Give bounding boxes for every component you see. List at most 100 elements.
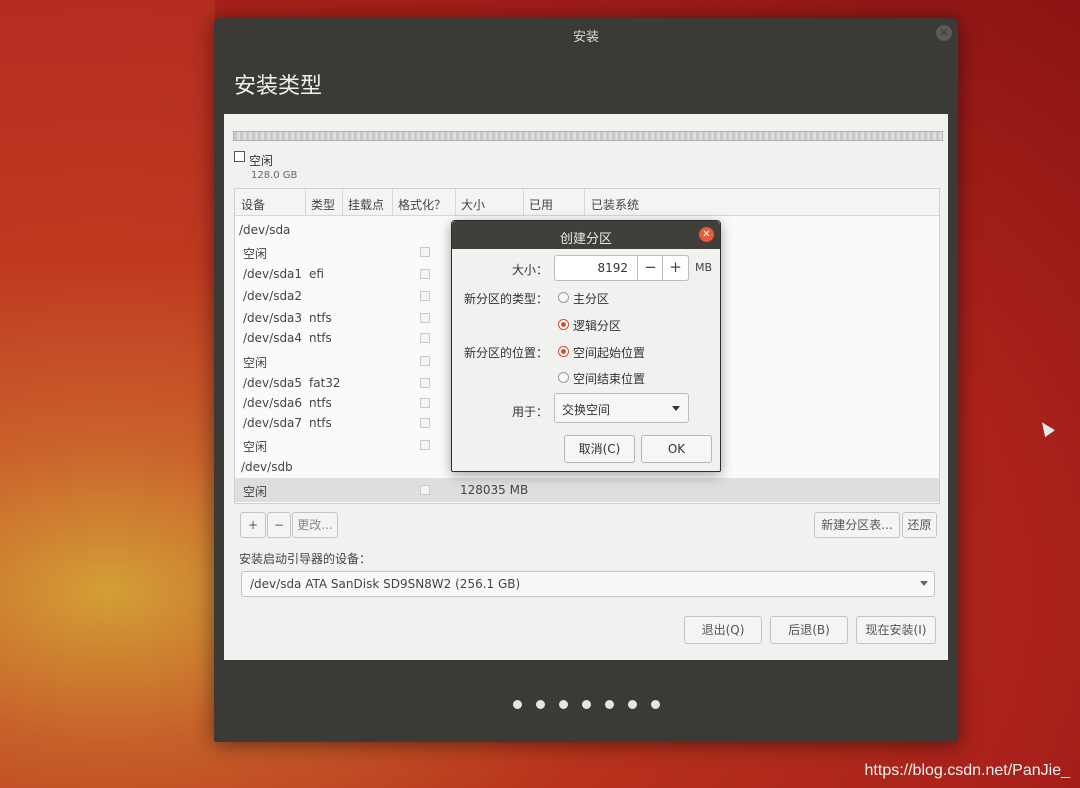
change-partition-button[interactable]: 更改... [292,512,338,538]
primary-partition-radio[interactable] [558,292,569,303]
dialog-titlebar[interactable]: 创建分区 ✕ [452,221,720,249]
format-checkbox[interactable] [420,356,430,366]
back-button[interactable]: 后退(B) [770,616,848,644]
dialog-title: 创建分区 [559,232,612,247]
bootloader-device-value: /dev/sda ATA SanDisk SD9SN8W2 (256.1 GB) [250,577,521,591]
quit-button[interactable]: 退出(Q) [684,616,762,644]
progress-dot [581,700,591,709]
logical-partition-label[interactable]: 逻辑分区 [573,317,621,334]
bootloader-device-select[interactable]: /dev/sda ATA SanDisk SD9SN8W2 (256.1 GB) [241,571,935,597]
format-checkbox[interactable] [420,440,430,450]
format-checkbox[interactable] [420,269,430,279]
column-divider [342,189,343,215]
ok-button[interactable]: OK [641,435,712,463]
location-begin-radio[interactable] [558,346,569,357]
column-header-mount[interactable]: 挂载点 [348,196,384,213]
row-device: /dev/sdb [241,460,293,474]
row-device: /dev/sda1 [243,267,303,281]
format-checkbox[interactable] [420,247,430,257]
row-device: /dev/sda5 [243,376,303,390]
row-type: ntfs [309,416,332,430]
progress-dot [535,700,545,709]
use-as-value: 交换空间 [562,403,611,417]
row-device: /dev/sda [239,223,291,237]
add-partition-button[interactable]: + [240,512,266,538]
legend-size: 128.0 GB [251,170,298,181]
use-as-label: 用于： [511,405,548,419]
window-title: 安装 [572,30,599,45]
progress-dot [627,700,637,709]
install-now-button[interactable]: 现在安装(I) [856,616,936,644]
format-checkbox[interactable] [420,333,430,343]
size-input[interactable]: 8192 [563,261,628,275]
revert-button[interactable]: 还原 [902,512,937,538]
format-checkbox[interactable] [420,398,430,408]
cancel-button[interactable]: 取消(C) [564,435,635,463]
column-header-size[interactable]: 大小 [461,196,485,213]
format-checkbox[interactable] [420,485,430,495]
chevron-down-icon [920,581,928,586]
free-space-swatch [234,151,245,162]
format-checkbox[interactable] [420,291,430,301]
window-titlebar[interactable]: 安装 ✕ [214,18,958,50]
page-title: 安装类型 [234,74,323,99]
column-divider [584,189,585,215]
logical-partition-radio[interactable] [558,319,569,330]
row-device: 空闲 [243,247,268,261]
close-icon[interactable]: ✕ [936,25,952,41]
column-divider [305,189,306,215]
chevron-down-icon [672,406,680,411]
create-partition-dialog: 创建分区 ✕ 大小： 8192 − + MB 新分区的类型： 主分区 逻辑分区 … [451,220,721,472]
row-type: ntfs [309,331,332,345]
partition-location-label: 新分区的位置： [463,346,548,360]
watermark: https://blog.csdn.net/PanJie_ [864,762,1070,779]
row-device: 空闲 [243,485,268,499]
column-divider [455,189,456,215]
row-type: ntfs [309,396,332,410]
row-type: efi [309,267,324,281]
row-device: /dev/sda7 [243,416,303,430]
progress-dot [512,700,522,709]
column-header-device[interactable]: 设备 [241,196,265,213]
decrease-size-button[interactable]: − [637,256,663,280]
background-glow [0,0,215,788]
partition-type-label: 新分区的类型： [463,292,548,306]
primary-partition-label[interactable]: 主分区 [573,290,609,307]
disk-usage-bar [233,131,943,141]
column-divider [392,189,393,215]
format-checkbox[interactable] [420,418,430,428]
table-header: 设备 类型 挂载点 格式化？ 大小 已用 已装系统 [235,189,939,216]
location-begin-label[interactable]: 空间起始位置 [573,344,645,361]
size-label: 大小： [511,263,548,277]
new-partition-table-button[interactable]: 新建分区表... [814,512,900,538]
use-as-select[interactable]: 交换空间 [554,393,689,423]
row-device: /dev/sda6 [243,396,303,410]
size-unit: MB [695,261,713,274]
mouse-pointer-icon [1037,418,1055,438]
table-row-selected[interactable]: 空闲 128035 MB [235,478,939,502]
column-header-used[interactable]: 已用 [529,196,553,213]
column-header-installed-os[interactable]: 已装系统 [591,196,639,213]
progress-dot [650,700,660,709]
column-header-type[interactable]: 类型 [311,196,335,213]
close-icon[interactable]: ✕ [699,227,714,242]
increase-size-button[interactable]: + [662,256,688,280]
legend-label: 空闲 [249,154,274,168]
row-device: /dev/sda2 [243,289,303,303]
remove-partition-button[interactable]: − [267,512,291,538]
progress-dot [604,700,614,709]
row-device: 空闲 [243,356,268,370]
format-checkbox[interactable] [420,313,430,323]
format-checkbox[interactable] [420,378,430,388]
location-end-label[interactable]: 空间结束位置 [573,370,645,387]
column-divider [523,189,524,215]
row-device: 空闲 [243,440,268,454]
row-size: 128035 MB [460,483,529,497]
progress-dots [214,694,958,713]
column-header-format[interactable]: 格式化？ [398,196,446,213]
size-spinbox[interactable]: 8192 − + [554,255,689,281]
row-type: fat32 [309,376,341,390]
location-end-radio[interactable] [558,372,569,383]
row-device: /dev/sda3 [243,311,303,325]
bootloader-label: 安装启动引导器的设备： [239,552,372,566]
